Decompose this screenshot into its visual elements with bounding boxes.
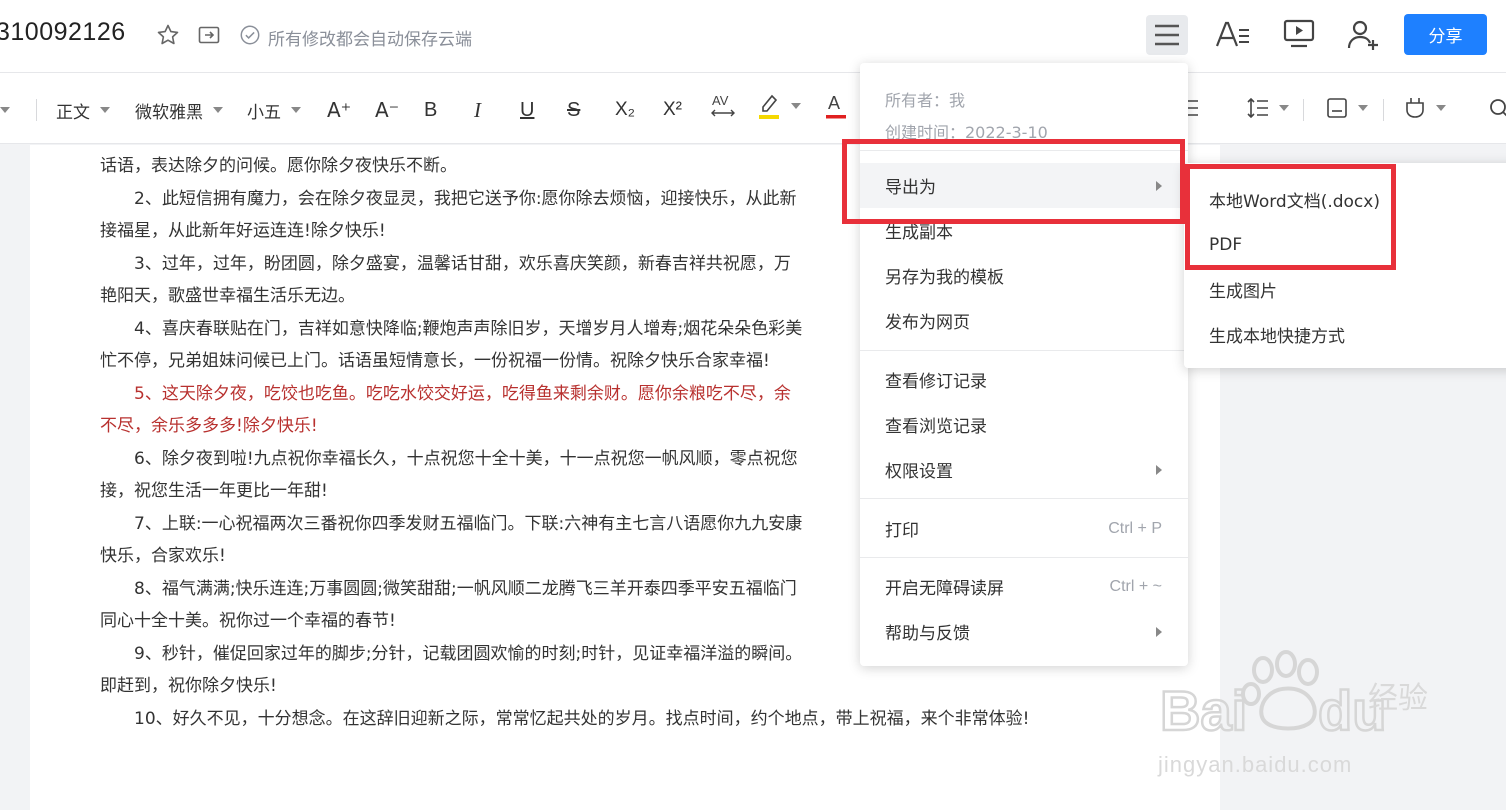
export-submenu: 本地Word文档(.docx) PDF 生成图片 生成本地快捷方式 [1184, 163, 1506, 368]
character-spacing-icon[interactable]: AV [710, 93, 736, 119]
highlight-icon[interactable] [757, 93, 801, 119]
menu-item-revision-history[interactable]: 查看修订记录 [860, 357, 1188, 402]
bold-button[interactable]: B [424, 97, 437, 123]
font-size-select[interactable]: 小五 [247, 97, 301, 123]
print-shortcut: Ctrl + P [1108, 519, 1162, 537]
increase-font-button[interactable]: A⁺ [327, 97, 351, 123]
paragraph-style-select[interactable]: 正文 [56, 97, 110, 123]
watermark-url: jingyan.baidu.com [1158, 752, 1353, 777]
font-color-icon[interactable]: A [825, 93, 847, 119]
export-word-docx[interactable]: 本地Word文档(.docx) [1184, 177, 1506, 222]
menu-item-print[interactable]: 打印 Ctrl + P [860, 506, 1188, 551]
svg-text:AV: AV [712, 93, 729, 108]
italic-button[interactable]: I [474, 97, 481, 123]
undo-dropdown[interactable] [0, 97, 10, 123]
autosave-status: 所有修改都会自动保存云端 [268, 30, 472, 50]
presentation-icon[interactable] [1282, 18, 1316, 50]
document-title[interactable]: 310092126 [0, 18, 126, 47]
chevron-right-icon [1156, 181, 1162, 191]
svg-text:A: A [828, 93, 840, 113]
svg-text:Bai: Bai [1160, 679, 1247, 742]
line-spacing-icon[interactable] [1247, 95, 1289, 121]
document-paragraph-line: 即赶到，祝你除夕快乐! [100, 676, 277, 696]
svg-text:经验: 经验 [1368, 681, 1428, 716]
title-bar: 310092126 所有修改都会自动保存云端 分享 [0, 0, 1506, 72]
menu-item-save-as-template[interactable]: 另存为我的模板 [860, 253, 1188, 298]
menu-item-make-copy[interactable]: 生成副本 [860, 208, 1188, 253]
search-icon[interactable] [1488, 95, 1506, 121]
add-collaborator-icon[interactable] [1346, 18, 1382, 52]
export-image[interactable]: 生成图片 [1184, 267, 1506, 312]
more-options-menu: 所有者：我 创建时间：2022-3-10 导出为 生成副本 另存为我的模板 发布… [860, 63, 1188, 666]
font-family-select[interactable]: 微软雅黑 [135, 97, 223, 123]
move-to-folder-icon[interactable] [196, 22, 222, 48]
share-button[interactable]: 分享 [1404, 14, 1487, 55]
strikethrough-button[interactable]: S [567, 97, 580, 123]
decrease-font-button[interactable]: A⁻ [375, 97, 399, 123]
created-date: 创建时间：2022-3-10 [885, 123, 1048, 142]
chevron-right-icon [1156, 465, 1162, 475]
accessibility-shortcut: Ctrl + ~ [1109, 577, 1162, 595]
menu-item-view-history[interactable]: 查看浏览记录 [860, 402, 1188, 447]
plugin-icon[interactable] [1404, 95, 1446, 121]
owner-info: 所有者：我 [885, 91, 966, 110]
more-menu-button[interactable] [1146, 15, 1188, 55]
menu-item-permissions[interactable]: 权限设置 [860, 447, 1188, 492]
document-paragraph-line: 10、好久不见，十分想念。在这辞旧迎新之际，常常忆起共处的岁月。找点时间，约个地… [134, 708, 1030, 729]
menu-item-help-feedback[interactable]: 帮助与反馈 [860, 609, 1188, 654]
chevron-right-icon [1156, 627, 1162, 637]
export-pdf[interactable]: PDF [1184, 222, 1506, 267]
hamburger-icon [1155, 24, 1179, 46]
check-circle-icon [237, 22, 263, 48]
menu-item-accessibility[interactable]: 开启无障碍读屏 Ctrl + ~ [860, 564, 1188, 609]
menu-item-publish-webpage[interactable]: 发布为网页 [860, 298, 1188, 343]
text-box-icon[interactable] [1326, 95, 1368, 121]
superscript-button[interactable]: X² [663, 97, 682, 123]
star-icon[interactable] [155, 22, 181, 48]
menu-item-export[interactable]: 导出为 [860, 163, 1188, 208]
formatting-toolbar: 正文 微软雅黑 小五 A⁺ A⁻ B I U S X₂ X² AV A [0, 72, 1506, 144]
text-style-icon[interactable] [1215, 20, 1251, 50]
export-local-shortcut[interactable]: 生成本地快捷方式 [1184, 312, 1506, 357]
subscript-button[interactable]: X₂ [615, 97, 635, 123]
underline-button[interactable]: U [520, 97, 534, 123]
list-icon[interactable] [1186, 95, 1200, 121]
